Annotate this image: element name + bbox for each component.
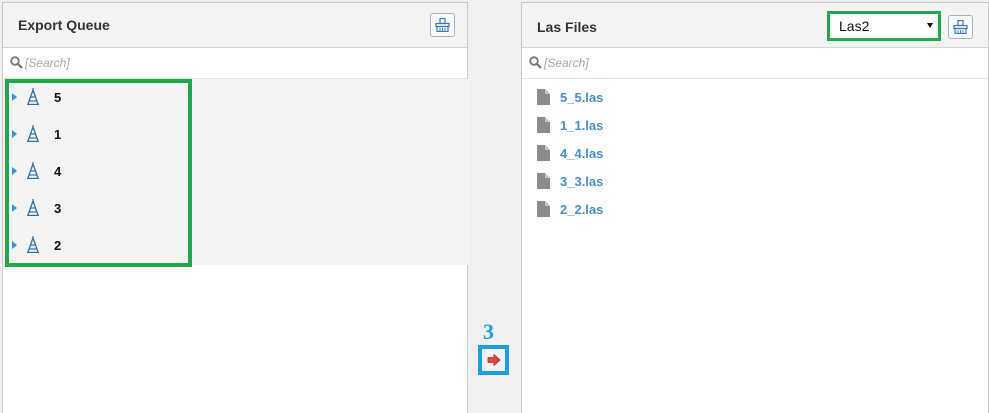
well-rig-icon bbox=[27, 88, 39, 105]
file-item[interactable]: 3_3.las bbox=[522, 167, 988, 195]
las-set-dropdown[interactable]: Las2 bbox=[832, 16, 936, 36]
arrow-right-icon bbox=[487, 354, 501, 366]
well-rig-icon bbox=[27, 199, 39, 216]
step-number-label: 3 bbox=[483, 319, 494, 344]
file-name-link[interactable]: 4_4.las bbox=[560, 146, 603, 161]
las-files-list: 5_5.las 1_1.las 4_4.las 3_3.las 2_2.las bbox=[522, 79, 988, 223]
export-queue-panel: Export Queue [Search] 5 1 4 3 2 bbox=[2, 2, 469, 413]
queue-item-4[interactable]: 4 bbox=[3, 153, 469, 190]
queue-item-label: 5 bbox=[54, 90, 62, 105]
dropdown-caret-icon bbox=[927, 23, 933, 28]
eraser-icon bbox=[953, 20, 968, 34]
queue-item-label: 1 bbox=[54, 127, 62, 142]
well-rig-icon bbox=[27, 125, 39, 142]
file-icon bbox=[537, 173, 550, 189]
search-icon bbox=[10, 56, 23, 69]
file-icon bbox=[537, 117, 550, 133]
well-rig-icon bbox=[27, 162, 39, 179]
file-name-link[interactable]: 2_2.las bbox=[560, 202, 603, 217]
expand-arrow-icon[interactable] bbox=[12, 241, 17, 249]
file-item[interactable]: 2_2.las bbox=[522, 195, 988, 223]
file-item[interactable]: 5_5.las bbox=[522, 83, 988, 111]
expand-arrow-icon[interactable] bbox=[12, 167, 17, 175]
queue-item-2[interactable]: 2 bbox=[3, 227, 469, 264]
queue-item-3[interactable]: 3 bbox=[3, 190, 469, 227]
export-queue-list: 5 1 4 3 2 bbox=[3, 79, 469, 265]
queue-item-label: 3 bbox=[54, 201, 62, 216]
search-icon bbox=[529, 56, 542, 69]
export-queue-search-input[interactable] bbox=[25, 53, 425, 73]
file-name-link[interactable]: 1_1.las bbox=[560, 118, 603, 133]
file-icon bbox=[537, 89, 550, 105]
export-queue-header: Export Queue bbox=[3, 3, 467, 48]
well-rig-icon bbox=[27, 236, 39, 253]
las-files-search bbox=[522, 48, 988, 79]
clear-queue-button[interactable] bbox=[430, 13, 455, 37]
file-name-link[interactable]: 3_3.las bbox=[560, 174, 603, 189]
file-icon bbox=[537, 145, 550, 161]
queue-item-1[interactable]: 1 bbox=[3, 116, 469, 153]
las-select-highlight-box: Las2 bbox=[827, 11, 941, 41]
queue-item-label: 4 bbox=[54, 164, 62, 179]
export-queue-search bbox=[3, 48, 467, 79]
eraser-icon bbox=[435, 18, 450, 32]
las-files-panel: Las Files 5_5.las bbox=[521, 2, 989, 413]
expand-arrow-icon[interactable] bbox=[12, 93, 17, 101]
clear-files-button[interactable] bbox=[948, 15, 973, 39]
file-item[interactable]: 4_4.las bbox=[522, 139, 988, 167]
expand-arrow-icon[interactable] bbox=[12, 204, 17, 212]
file-item[interactable]: 1_1.las bbox=[522, 111, 988, 139]
las-files-title: Las Files bbox=[537, 19, 597, 35]
file-name-link[interactable]: 5_5.las bbox=[560, 90, 603, 105]
queue-item-5[interactable]: 5 bbox=[3, 79, 469, 116]
export-queue-title: Export Queue bbox=[18, 17, 110, 33]
las-set-selected-value: Las2 bbox=[839, 18, 870, 34]
queue-item-label: 2 bbox=[54, 238, 62, 253]
expand-arrow-icon[interactable] bbox=[12, 130, 17, 138]
move-to-queue-button[interactable] bbox=[478, 345, 509, 375]
las-files-search-input[interactable] bbox=[544, 53, 944, 73]
file-icon bbox=[537, 201, 550, 217]
